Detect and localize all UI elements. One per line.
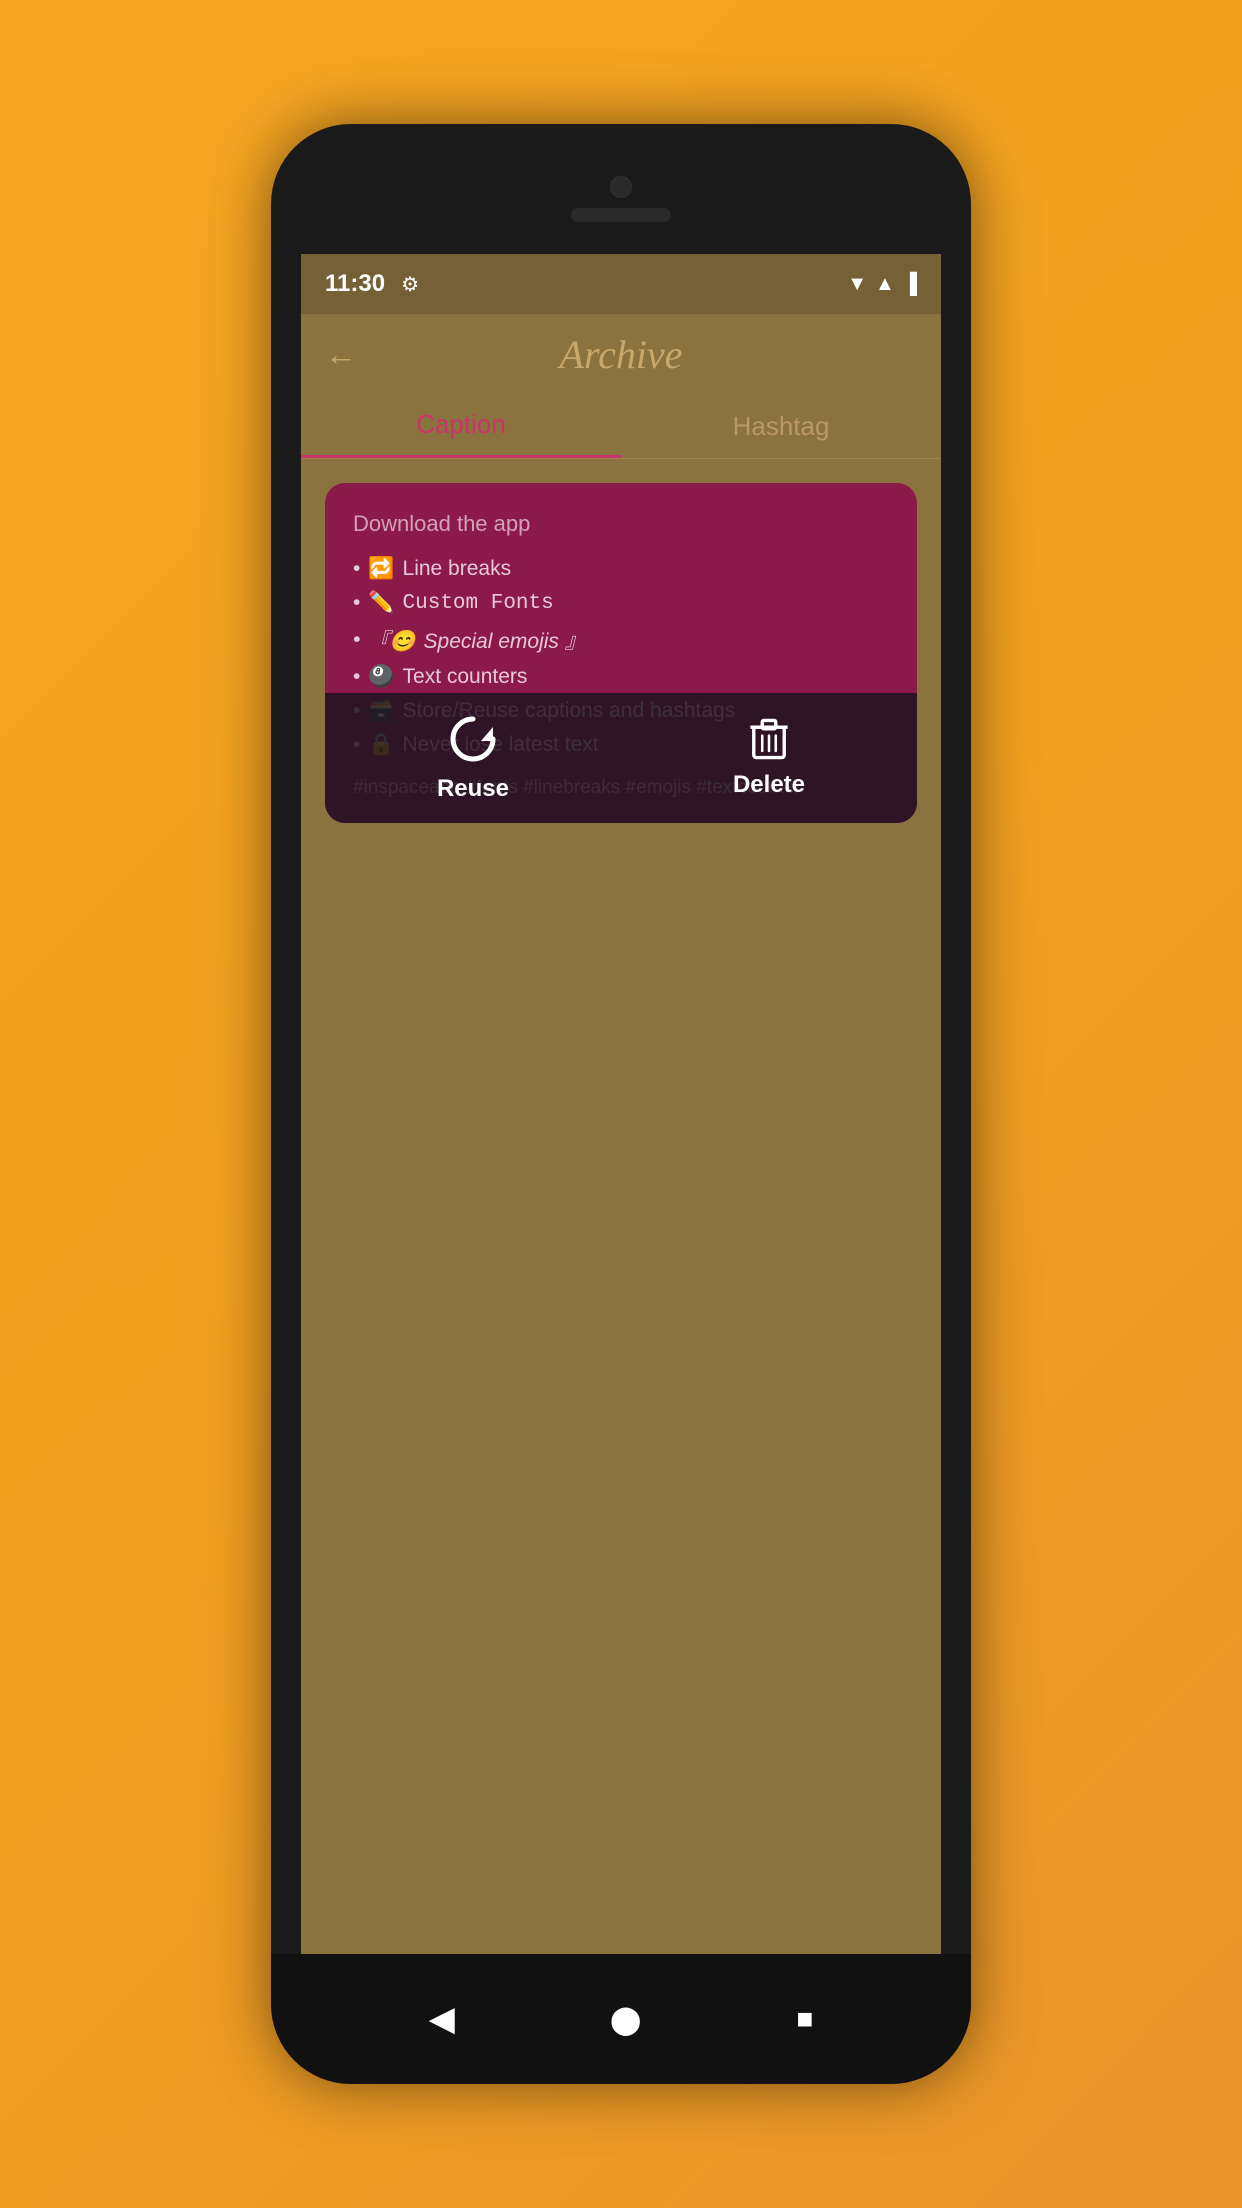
archive-card: Download the app • 🔁 Line breaks • ✏️ Cu… xyxy=(325,483,917,823)
wifi-icon: ▼ xyxy=(847,273,867,296)
camera xyxy=(610,176,632,198)
action-overlay: Reuse Delete xyxy=(325,693,917,823)
tabs-container: Caption Hashtag xyxy=(301,394,941,459)
list-item: • 🎱 Text counters xyxy=(353,665,889,689)
card-title: Download the app xyxy=(353,511,889,537)
phone-top-bar xyxy=(271,124,971,254)
phone-frame: 11:30 ⚙ ▼ ▲ ▐ ← Archive Caption Hashtag xyxy=(271,124,971,2084)
tab-caption[interactable]: Caption xyxy=(301,394,621,458)
settings-icon: ⚙ xyxy=(401,272,419,297)
nav-home-button[interactable]: ⬤ xyxy=(610,2003,641,2036)
page-title: Archive xyxy=(560,331,683,378)
content-area: Download the app • 🔁 Line breaks • ✏️ Cu… xyxy=(301,459,941,1954)
tab-hashtag[interactable]: Hashtag xyxy=(621,394,941,458)
back-button[interactable]: ← xyxy=(325,336,357,373)
delete-label: Delete xyxy=(733,771,805,799)
delete-icon xyxy=(747,717,791,761)
bottom-nav-bar: ◀ ⬤ ■ xyxy=(271,1954,971,2084)
delete-button[interactable]: Delete xyxy=(621,693,917,823)
reuse-icon xyxy=(447,713,499,765)
bullet: • xyxy=(353,591,360,615)
app-header: ← Archive xyxy=(301,314,941,394)
nav-back-button[interactable]: ◀ xyxy=(429,1999,455,2039)
status-icons: ▼ ▲ ▐ xyxy=(847,273,917,296)
nav-recent-button[interactable]: ■ xyxy=(796,2003,813,2035)
status-bar: 11:30 ⚙ ▼ ▲ ▐ xyxy=(301,254,941,314)
reuse-button[interactable]: Reuse xyxy=(325,693,621,823)
phone-screen: 11:30 ⚙ ▼ ▲ ▐ ← Archive Caption Hashtag xyxy=(301,254,941,1954)
reuse-label: Reuse xyxy=(437,775,509,803)
bullet: • xyxy=(353,557,360,581)
list-item: • ✏️ Custom Fonts xyxy=(353,591,889,615)
battery-icon: ▐ xyxy=(903,273,917,296)
signal-icon: ▲ xyxy=(875,273,895,296)
list-item: • 🔁 Line breaks xyxy=(353,557,889,581)
list-item: • 『😊 Special emojis 』 xyxy=(353,625,889,655)
bullet: • xyxy=(353,628,360,652)
bullet: • xyxy=(353,665,360,689)
speaker xyxy=(571,208,671,222)
status-time: 11:30 xyxy=(325,270,385,298)
